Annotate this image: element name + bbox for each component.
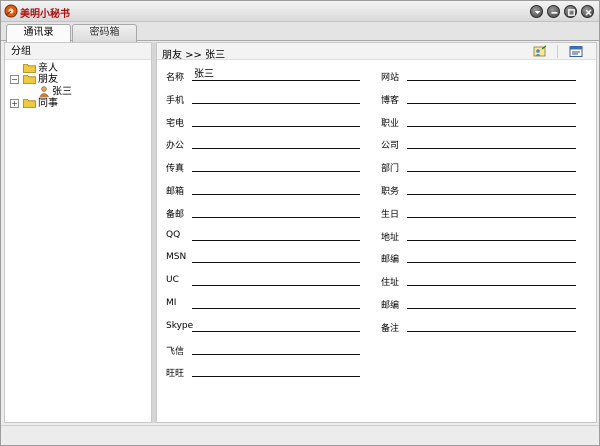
contact-field-input[interactable] — [192, 115, 360, 127]
contact-field-input[interactable] — [192, 365, 360, 378]
contact-field-input[interactable] — [192, 274, 360, 287]
contact-field-input[interactable] — [407, 115, 576, 127]
tree-item-contact[interactable]: 张三 — [39, 86, 72, 98]
contact-field-input[interactable] — [192, 183, 360, 195]
tree-item-friends[interactable]: 朋友 — [23, 74, 58, 86]
tree-item-label: 朋友 — [38, 74, 58, 85]
detail-header: 朋友 >> 张三 — [157, 43, 596, 61]
close-icon — [585, 9, 592, 16]
card-view-icon[interactable] — [569, 45, 583, 58]
contact-field-input[interactable] — [192, 343, 360, 355]
app-window: 美明小秘书 通讯录 密码箱 分组 亲人 − 朋友 张三 + 同事 朋友 >> 张… — [0, 0, 600, 446]
tab-contacts[interactable]: 通讯录 — [6, 24, 71, 42]
tree-item-label: 同事 — [38, 98, 58, 109]
contact-field-input[interactable] — [407, 69, 576, 81]
tab-label: 通讯录 — [23, 27, 54, 38]
tree-item-colleagues[interactable]: 同事 — [23, 98, 58, 110]
contact-field-input[interactable] — [407, 251, 576, 264]
edit-contact-icon[interactable] — [533, 45, 547, 58]
contact-field-input[interactable] — [407, 206, 576, 218]
contact-field-input[interactable] — [192, 297, 360, 309]
minimize-button[interactable] — [547, 5, 560, 18]
contact-field-input[interactable] — [192, 229, 360, 241]
contact-field-input[interactable]: 张三 — [192, 69, 360, 81]
title-bar[interactable]: 美明小秘书 — [1, 1, 599, 22]
contact-field-input[interactable] — [407, 320, 576, 332]
contact-field-input[interactable] — [407, 137, 576, 150]
status-bar — [1, 425, 599, 445]
contact-field-input[interactable] — [192, 206, 360, 218]
contact-field-input[interactable] — [192, 160, 360, 173]
contact-field-input[interactable] — [407, 183, 576, 195]
contact-field-input[interactable] — [407, 274, 576, 287]
minimize-icon — [551, 12, 558, 14]
folder-icon — [23, 99, 36, 108]
folder-icon — [23, 75, 36, 84]
folder-icon — [23, 64, 36, 73]
contact-field-input[interactable] — [407, 92, 576, 104]
maximize-button[interactable] — [564, 5, 577, 18]
tree-collapse-toggle[interactable]: − — [10, 75, 19, 84]
close-button[interactable] — [581, 5, 594, 18]
group-panel-header: 分组 — [5, 43, 151, 60]
tab-password-box[interactable]: 密码箱 — [72, 24, 137, 42]
tree-expand-toggle[interactable]: + — [10, 99, 19, 108]
tab-bar: 通讯录 密码箱 — [1, 22, 599, 42]
tree-item-label: 亲人 — [38, 63, 58, 74]
app-logo-icon — [4, 4, 18, 18]
contact-field-input[interactable] — [407, 160, 576, 173]
contact-field-input[interactable] — [192, 137, 360, 150]
contact-field-input[interactable] — [407, 297, 576, 309]
contact-field-input[interactable] — [192, 92, 360, 104]
menu-button[interactable] — [530, 5, 543, 18]
breadcrumb: 朋友 >> 张三 — [162, 50, 226, 61]
contact-field-input[interactable] — [407, 229, 576, 241]
maximize-icon — [568, 9, 575, 16]
tab-label: 密码箱 — [89, 27, 120, 38]
app-title: 美明小秘书 — [20, 9, 70, 20]
contact-icon — [39, 86, 50, 97]
tree-item-label: 张三 — [52, 86, 72, 98]
contact-detail-panel: 朋友 >> 张三 名称 张三 手机 宅电 办公 传真 邮箱 备邮 QQ MSN UC MI Skype 飞… — [156, 42, 597, 423]
toolbar-divider — [557, 45, 558, 58]
menu-icon — [534, 11, 541, 14]
contact-field-input[interactable] — [192, 320, 360, 332]
contact-field-input[interactable] — [192, 251, 360, 264]
group-panel: 分组 亲人 − 朋友 张三 + 同事 — [4, 42, 152, 423]
